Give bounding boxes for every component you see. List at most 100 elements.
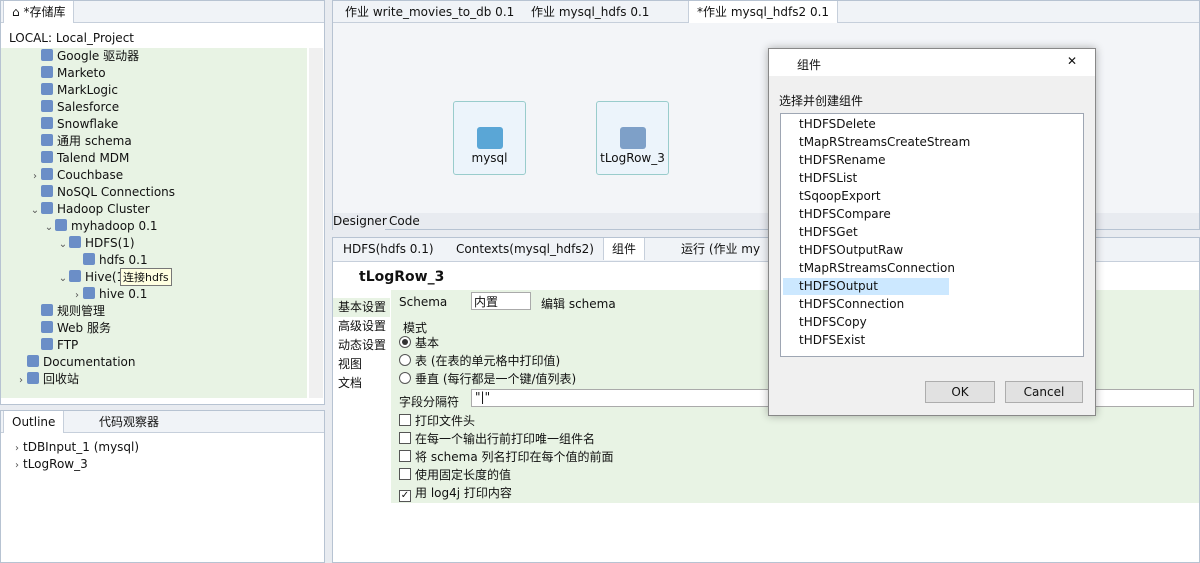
- checkbox-label: 在每一个输出行前打印唯一组件名: [415, 432, 596, 446]
- tree-item-label: Google 驱动器: [57, 49, 140, 63]
- radio-icon: [399, 336, 411, 348]
- cancel-button[interactable]: Cancel: [1005, 381, 1083, 403]
- tree-item[interactable]: ⌄ Hadoop Cluster: [29, 201, 150, 218]
- side-tab[interactable]: 视图: [333, 355, 390, 374]
- tree-item[interactable]: 通用 schema: [29, 133, 132, 150]
- option-checkbox[interactable]: 打印文件头: [399, 412, 614, 430]
- designer-tab[interactable]: Designer: [333, 213, 387, 230]
- component-list-item[interactable]: tHDFSGet: [783, 224, 858, 241]
- tree-item[interactable]: › 回收站: [15, 371, 79, 388]
- code-tab[interactable]: Code: [389, 213, 429, 230]
- option-checkbox[interactable]: 在每一个输出行前打印唯一组件名: [399, 430, 614, 448]
- side-tab[interactable]: 动态设置: [333, 336, 390, 355]
- tree-item-label: Couchbase: [57, 168, 124, 182]
- tree-item[interactable]: Snowflake: [29, 116, 118, 133]
- tab-run[interactable]: 运行 (作业 my: [673, 238, 768, 260]
- component-mysql[interactable]: mysql: [453, 101, 526, 175]
- tree-item[interactable]: 规则管理: [29, 303, 105, 320]
- component-list-item[interactable]: tHDFSOutput: [783, 278, 949, 295]
- schema-select[interactable]: 内置: [471, 292, 531, 310]
- outline-item[interactable]: › tLogRow_3: [11, 456, 88, 473]
- tab-outline[interactable]: Outline: [3, 411, 65, 433]
- tree-item[interactable]: Marketo: [29, 65, 106, 82]
- tree-item[interactable]: ⌄ HDFS(1): [57, 235, 135, 252]
- tab-job-mysql-hdfs[interactable]: 作业 mysql_hdfs 0.1: [523, 1, 657, 23]
- side-tab[interactable]: 高级设置: [333, 317, 390, 336]
- radio-label: 垂直 (每行都是一个键/值列表): [415, 372, 577, 386]
- component-list-item[interactable]: tHDFSDelete: [783, 116, 876, 133]
- component-list-item[interactable]: tHDFSCopy: [783, 314, 867, 331]
- tree-item[interactable]: Salesforce: [29, 99, 119, 116]
- outline-item[interactable]: › tDBInput_1 (mysql): [11, 439, 139, 456]
- tree-toggle[interactable]: ›: [29, 168, 41, 185]
- tab-job-mysql-hdfs2[interactable]: *作业 mysql_hdfs2 0.1: [688, 1, 839, 23]
- tree-item[interactable]: Talend MDM: [29, 150, 129, 167]
- tree-item-label: Marketo: [57, 66, 106, 80]
- side-tab[interactable]: 基本设置: [333, 298, 390, 317]
- checkbox-label: 用 log4j 打印内容: [415, 486, 512, 500]
- checkbox-icon: [399, 432, 411, 444]
- tab-job-write-movies[interactable]: 作业 write_movies_to_db 0.1: [337, 1, 522, 23]
- mode-radio-group: 基本表 (在表的单元格中打印值) 垂直 (每行都是一个键/值列表): [399, 334, 576, 388]
- trash-icon: [27, 372, 39, 384]
- mode-radio[interactable]: 表 (在表的单元格中打印值): [399, 352, 576, 370]
- tree-item[interactable]: Google 驱动器: [29, 48, 139, 65]
- tree-item-label: myhadoop 0.1: [71, 219, 158, 233]
- tree-item[interactable]: FTP: [29, 337, 78, 354]
- checkbox-label: 打印文件头: [415, 414, 476, 428]
- tree-item[interactable]: › hive 0.1: [71, 286, 147, 303]
- ok-button[interactable]: OK: [925, 381, 995, 403]
- component-list-item[interactable]: tHDFSRename: [783, 152, 886, 169]
- tree-item[interactable]: ⌄ Hive(1): [57, 269, 129, 286]
- option-checkbox[interactable]: ✓ 用 log4j 打印内容: [399, 484, 614, 502]
- repository-tabbar: ⌂ *存储库: [1, 1, 324, 23]
- tree-scrollbar[interactable]: [309, 48, 323, 398]
- mode-radio[interactable]: 垂直 (每行都是一个键/值列表): [399, 370, 576, 388]
- side-tab[interactable]: 文档: [333, 374, 390, 393]
- tab-contexts[interactable]: Contexts(mysql_hdfs2): [448, 238, 602, 260]
- tab-repository[interactable]: ⌂ *存储库: [3, 1, 75, 23]
- component-list-item[interactable]: tMapRStreamsConnection: [783, 260, 955, 277]
- properties-title: tLogRow_3: [359, 269, 445, 285]
- repository-tree: Google 驱动器 Marketo MarkLogic Salesforce Snow…: [1, 48, 307, 398]
- mdm-icon: [41, 151, 53, 163]
- tree-toggle[interactable]: ›: [71, 287, 83, 304]
- tree-item[interactable]: › Couchbase: [29, 167, 123, 184]
- dialog-prompt: 选择并创建组件: [779, 94, 864, 108]
- separator-label: 字段分隔符: [399, 395, 460, 409]
- component-tlogrow[interactable]: tLogRow_3: [596, 101, 669, 175]
- mode-radio[interactable]: 基本: [399, 334, 576, 352]
- editor-tabbar: 作业 write_movies_to_db 0.1 作业 mysql_hdfs …: [333, 1, 1199, 23]
- tree-item[interactable]: ⌄ myhadoop 0.1: [43, 218, 158, 235]
- tree-item-label: Hadoop Cluster: [57, 202, 150, 216]
- dialog-close-icon[interactable]: ✕: [1067, 54, 1077, 68]
- component-list-item[interactable]: tSqoopExport: [783, 188, 881, 205]
- option-checkbox[interactable]: 将 schema 列名打印在每个值的前面: [399, 448, 614, 466]
- tree-item[interactable]: Web 服务: [29, 320, 111, 337]
- tree-toggle[interactable]: ⌄: [29, 202, 41, 219]
- component-list-item[interactable]: tHDFSOutputRaw: [783, 242, 903, 259]
- option-checkbox[interactable]: 使用固定长度的值: [399, 466, 614, 484]
- tab-code-viewer[interactable]: 代码观察器: [91, 411, 167, 433]
- tab-hdfs[interactable]: HDFS(hdfs 0.1): [335, 238, 442, 260]
- tree-toggle[interactable]: ⌄: [57, 270, 69, 287]
- hadoop-item-icon: [55, 219, 67, 231]
- tab-component[interactable]: 组件: [603, 238, 646, 260]
- schema-label: Schema: [399, 295, 448, 309]
- component-list-item[interactable]: tHDFSList: [783, 170, 857, 187]
- tree-item[interactable]: Documentation: [15, 354, 136, 371]
- checkbox-icon: [399, 468, 411, 480]
- tree-toggle[interactable]: ⌄: [57, 236, 69, 253]
- google-drive-icon: [41, 49, 53, 61]
- component-list-item[interactable]: tHDFSConnection: [783, 296, 904, 313]
- tree-item[interactable]: hdfs 0.1: [71, 252, 148, 269]
- component-list-item[interactable]: tMapRStreamsCreateStream: [783, 134, 970, 151]
- component-list[interactable]: tHDFSDelete tMapRStreamsCreateStream tHDFS…: [780, 113, 1084, 357]
- couchbase-icon: [41, 168, 53, 180]
- tree-item[interactable]: NoSQL Connections: [29, 184, 175, 201]
- component-list-item[interactable]: tHDFSCompare: [783, 206, 891, 223]
- tree-item[interactable]: MarkLogic: [29, 82, 118, 99]
- tree-toggle[interactable]: ›: [15, 372, 27, 389]
- tree-toggle[interactable]: ⌄: [43, 219, 55, 236]
- component-list-item[interactable]: tHDFSExist: [783, 332, 865, 349]
